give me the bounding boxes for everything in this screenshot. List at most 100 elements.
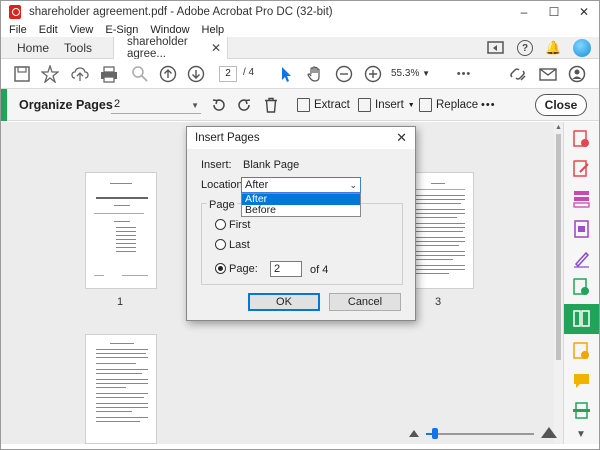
menu-view[interactable]: View [70, 24, 94, 36]
save-icon[interactable] [13, 65, 31, 83]
share-screen-icon[interactable] [487, 40, 505, 56]
page-range-value: 2 [114, 98, 121, 110]
zoom-value: 55.3% [391, 68, 420, 79]
acrobat-app-icon [9, 5, 21, 19]
comment-tool-icon[interactable] [573, 342, 590, 360]
page-thumbnail-1[interactable] [85, 172, 157, 289]
notifications-bell-icon[interactable]: 🔔 [545, 40, 561, 56]
location-option-before[interactable]: Before [242, 205, 360, 216]
comment-bubble-icon[interactable] [573, 372, 590, 390]
page-group-label: Page [207, 199, 237, 211]
large-thumbnail-icon[interactable] [541, 427, 557, 438]
organize-pages-tool-active[interactable] [564, 304, 599, 334]
replace-label: Replace [436, 99, 479, 111]
insert-pages-dialog: Insert Pages ✕ Insert: Blank Page Locati… [186, 126, 416, 321]
next-page-icon[interactable] [187, 65, 205, 83]
hand-tool-icon[interactable] [306, 65, 324, 83]
menu-window[interactable]: Window [150, 24, 189, 36]
cancel-button[interactable]: Cancel [329, 293, 401, 311]
print-icon[interactable] [100, 65, 118, 83]
insert-value: Blank Page [243, 159, 300, 171]
select-cursor-icon[interactable] [277, 65, 295, 83]
menu-esign[interactable]: E-Sign [105, 24, 138, 36]
tab-tools[interactable]: Tools [64, 37, 92, 59]
menu-help[interactable]: Help [202, 24, 225, 36]
page-number-field[interactable]: 2 [270, 261, 302, 277]
email-icon[interactable] [539, 65, 557, 83]
replace-icon [419, 98, 432, 112]
organize-more-icon[interactable]: ••• [481, 97, 496, 113]
location-value: After [245, 179, 269, 191]
organize-pages-title: Organize Pages [19, 98, 113, 112]
extract-label: Extract [314, 99, 350, 111]
menu-edit[interactable]: Edit [39, 24, 58, 36]
scan-ocr-icon[interactable] [573, 402, 590, 420]
zoom-in-icon[interactable] [364, 65, 382, 83]
chevron-down-icon[interactable]: ▼ [576, 429, 586, 440]
organize-accent-bar [1, 89, 7, 121]
tab-document[interactable]: shareholder agree... ✕ [113, 36, 228, 60]
dialog-title: Insert Pages [195, 132, 260, 144]
thumbnail-size-slider[interactable] [406, 427, 557, 441]
insert-label: Insert [375, 99, 404, 111]
radio-last[interactable] [215, 239, 226, 250]
chevron-down-icon: ⌄ [349, 180, 357, 190]
send-for-signature-icon[interactable] [573, 278, 590, 296]
fill-sign-icon[interactable] [573, 250, 590, 268]
export-pdf-icon[interactable] [573, 130, 590, 148]
minimize-button[interactable]: – [509, 1, 539, 23]
zoom-level[interactable]: 55.3% ▼ [391, 66, 437, 82]
add-user-icon[interactable] [568, 65, 586, 83]
scroll-up-icon[interactable]: ▲ [555, 124, 562, 131]
zoom-out-icon[interactable] [335, 65, 353, 83]
page-thumbnail-4[interactable] [85, 334, 157, 444]
location-select[interactable]: After ⌄ [241, 177, 361, 193]
insert-icon [358, 98, 371, 112]
radio-page[interactable] [215, 263, 226, 274]
page-of-label: of 4 [310, 264, 329, 276]
tab-home[interactable]: Home [17, 37, 49, 59]
maximize-button[interactable]: ☐ [539, 1, 569, 23]
create-pdf-icon[interactable] [573, 190, 590, 208]
extract-button[interactable]: Extract [297, 97, 350, 113]
tab-close-icon[interactable]: ✕ [211, 41, 221, 55]
cloud-upload-icon[interactable] [71, 65, 89, 83]
link-sign-icon[interactable] [509, 65, 527, 83]
vertical-scrollbar[interactable]: ▲ [554, 122, 563, 444]
rotate-counterclockwise-icon[interactable] [211, 97, 227, 113]
previous-page-icon[interactable] [159, 65, 177, 83]
slider-knob[interactable] [432, 428, 438, 439]
page-total-label: / 4 [243, 67, 255, 78]
replace-button[interactable]: Replace [419, 97, 478, 113]
small-thumbnail-icon[interactable] [409, 430, 419, 437]
scrollbar-thumb[interactable] [556, 134, 561, 360]
more-tools-icon[interactable]: ••• [455, 65, 473, 83]
page-range-select[interactable]: 2 ▼ [111, 96, 201, 114]
acrobat-window: shareholder agreement.pdf - Adobe Acroba… [0, 0, 600, 450]
edit-pdf-icon[interactable] [573, 160, 590, 178]
extract-icon [297, 98, 310, 112]
slider-track[interactable] [426, 433, 534, 435]
chevron-down-icon: ▼ [191, 101, 199, 110]
insert-button[interactable]: Insert ▼ [358, 97, 415, 113]
current-page-input[interactable]: 2 [219, 66, 237, 82]
bookmark-star-icon[interactable] [41, 65, 59, 83]
chevron-down-icon: ▼ [422, 69, 431, 78]
radio-page-label: Page: [229, 263, 258, 275]
dialog-close-icon[interactable]: ✕ [396, 130, 407, 146]
main-toolbar: 2 / 4 55.3% ▼ ••• [1, 59, 599, 89]
header-icons: ? 🔔 [487, 39, 591, 57]
help-icon[interactable]: ? [517, 40, 533, 56]
menu-file[interactable]: File [9, 24, 27, 36]
close-window-button[interactable]: ✕ [569, 1, 599, 23]
ok-button[interactable]: OK [248, 293, 320, 311]
user-avatar[interactable] [573, 39, 591, 57]
window-controls: – ☐ ✕ [509, 1, 599, 23]
radio-first[interactable] [215, 219, 226, 230]
delete-trash-icon[interactable] [263, 97, 279, 113]
combine-files-icon[interactable] [573, 220, 590, 238]
chevron-down-icon: ▼ [407, 101, 415, 109]
rotate-clockwise-icon[interactable] [236, 97, 252, 113]
zoom-search-icon[interactable] [131, 65, 149, 83]
close-organize-button[interactable]: Close [535, 94, 587, 116]
